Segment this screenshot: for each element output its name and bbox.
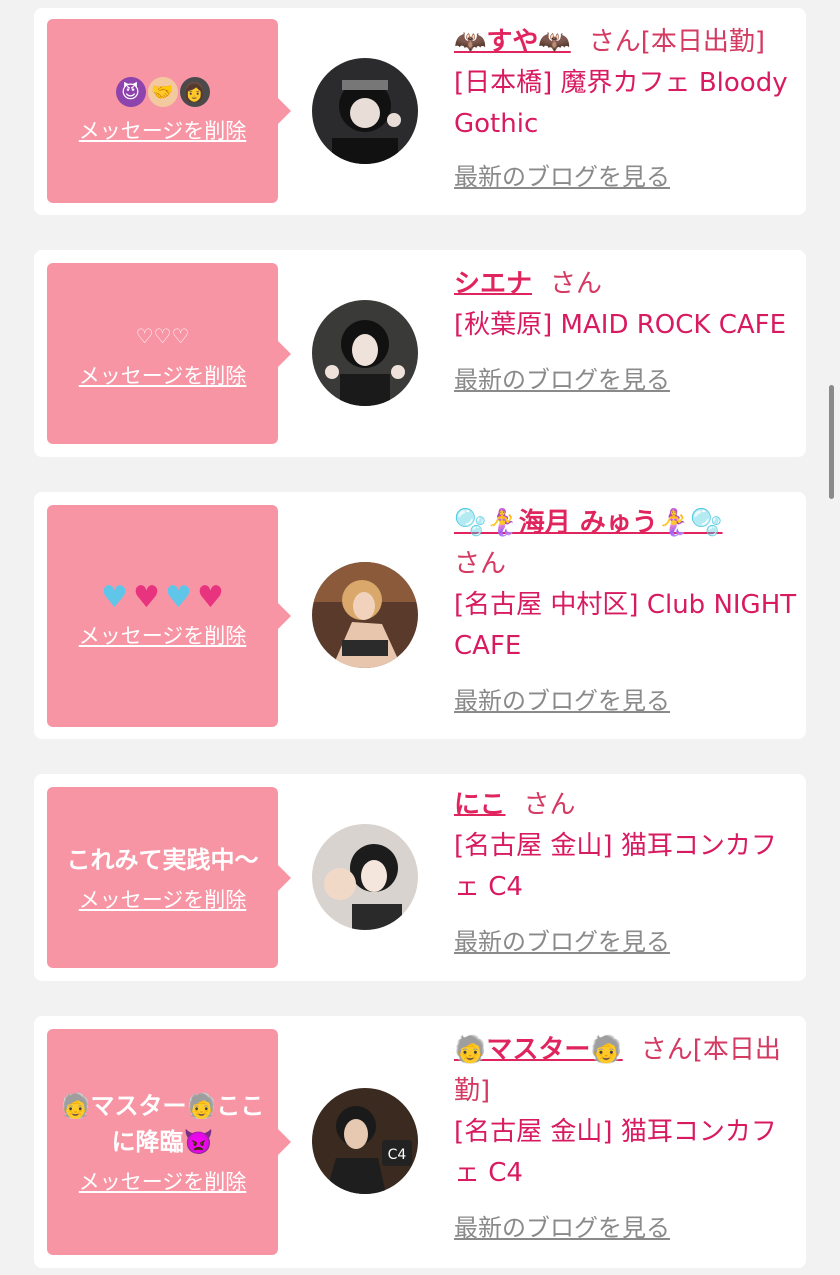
store-name: [名古屋 金山] 猫耳コンカフェ C4 <box>454 1117 777 1188</box>
favorite-card: これみて実践中〜 メッセージを削除 にこ さん [名古屋 金山] 猫耳コンカフェ … <box>34 774 806 981</box>
message-emojis: ♥ ♥ ♥ ♥ <box>100 579 226 615</box>
message-bubble: これみて実践中〜 メッセージを削除 <box>47 787 291 968</box>
message-text: 🧓マスター🧓ここに降臨👿 <box>60 1092 265 1156</box>
cast-info: 🫧🧜‍♀️海月 みゅう🧜‍♀️🫧 さん [名古屋 中村区] Club NIGHT… <box>454 503 799 716</box>
cast-name-link[interactable]: 🦇すや🦇 <box>454 27 571 57</box>
message-text: これみて実践中〜 <box>66 845 259 874</box>
cast-suffix: さん <box>550 269 603 299</box>
cast-name-link[interactable]: にこ <box>454 790 505 820</box>
favorite-card: ♥ ♥ ♥ ♥ メッセージを削除 🫧🧜‍♀️海月 みゅう🧜‍♀️🫧 さん [名古… <box>34 492 806 739</box>
cast-info: にこ さん [名古屋 金山] 猫耳コンカフェ C4 最新のブログを見る <box>454 785 799 957</box>
store-name: [名古屋 中村区] Club NIGHT CAFE <box>454 590 797 661</box>
delete-message-link[interactable]: メッセージを削除 <box>79 620 247 650</box>
devil-face-icon: 😈 <box>115 77 146 107</box>
message-emojis: 😈 🤝 👩 <box>115 77 210 107</box>
latest-blog-link[interactable]: 最新のブログを見る <box>454 157 670 192</box>
message-bubble: 🧓マスター🧓ここに降臨👿 メッセージを削除 <box>47 1029 291 1255</box>
blue-heart-icon: ♥ <box>101 579 128 615</box>
cast-suffix: さん <box>523 790 576 820</box>
cast-name-link[interactable]: 🧓マスター🧓 <box>454 1035 623 1065</box>
latest-blog-link[interactable]: 最新のブログを見る <box>454 681 670 716</box>
message-text: ♡♡♡ <box>135 323 190 348</box>
cast-suffix: さん[本日出勤] <box>588 27 766 57</box>
delete-message-link[interactable]: メッセージを削除 <box>79 884 247 914</box>
pink-heart-icon: ♥ <box>133 579 160 615</box>
message-bubble: ♡♡♡ メッセージを削除 <box>47 263 291 444</box>
delete-message-link[interactable]: メッセージを削除 <box>79 360 247 390</box>
message-bubble: 😈 🤝 👩 メッセージを削除 <box>47 19 291 203</box>
delete-message-link[interactable]: メッセージを削除 <box>79 1166 247 1196</box>
avatar[interactable] <box>312 58 418 164</box>
latest-blog-link[interactable]: 最新のブログを見る <box>454 360 670 395</box>
store-name: [名古屋 金山] 猫耳コンカフェ C4 <box>454 831 777 902</box>
cast-name-link[interactable]: シエナ <box>454 269 532 299</box>
handshake-icon: 🤝 <box>147 77 178 107</box>
cast-info: 🦇すや🦇 さん[本日出勤] [日本橋] 魔界カフェ Bloody Gothic 最… <box>454 22 799 192</box>
cast-info: 🧓マスター🧓 さん[本日出勤] [名古屋 金山] 猫耳コンカフェ C4 最新のブロ… <box>454 1030 799 1243</box>
svg-text:C4: C4 <box>388 1147 407 1163</box>
cast-info: シエナ さん [秋葉原] MAID ROCK CAFE 最新のブログを見る <box>454 264 799 395</box>
avatar[interactable] <box>312 300 418 406</box>
scrollbar[interactable] <box>829 385 834 499</box>
avatar[interactable]: C4 <box>312 1088 418 1194</box>
store-name: [秋葉原] MAID ROCK CAFE <box>454 310 787 340</box>
message-bubble: ♥ ♥ ♥ ♥ メッセージを削除 <box>47 505 291 727</box>
favorite-card: 😈 🤝 👩 メッセージを削除 🦇すや🦇 さん[本日出勤] [日本橋] 魔界カフェ … <box>34 8 806 215</box>
favorite-card: 🧓マスター🧓ここに降臨👿 メッセージを削除 C4 🧓マスター🧓 さん[本日出勤] … <box>34 1016 806 1268</box>
favorite-card: ♡♡♡ メッセージを削除 シエナ さん [秋葉原] MAID ROCK CAFE … <box>34 250 806 457</box>
latest-blog-link[interactable]: 最新のブログを見る <box>454 922 670 957</box>
avatar[interactable] <box>312 562 418 668</box>
store-name: [日本橋] 魔界カフェ Bloody Gothic <box>454 68 788 139</box>
pink-heart-icon: ♥ <box>197 579 224 615</box>
avatar[interactable] <box>312 824 418 930</box>
person-icon: 👩 <box>179 77 210 107</box>
cast-name-link[interactable]: 🫧🧜‍♀️海月 みゅう🧜‍♀️🫧 <box>454 508 723 538</box>
cast-suffix: さん <box>454 549 507 579</box>
delete-message-link[interactable]: メッセージを削除 <box>79 115 247 145</box>
latest-blog-link[interactable]: 最新のブログを見る <box>454 1208 670 1243</box>
blue-heart-icon: ♥ <box>165 579 192 615</box>
